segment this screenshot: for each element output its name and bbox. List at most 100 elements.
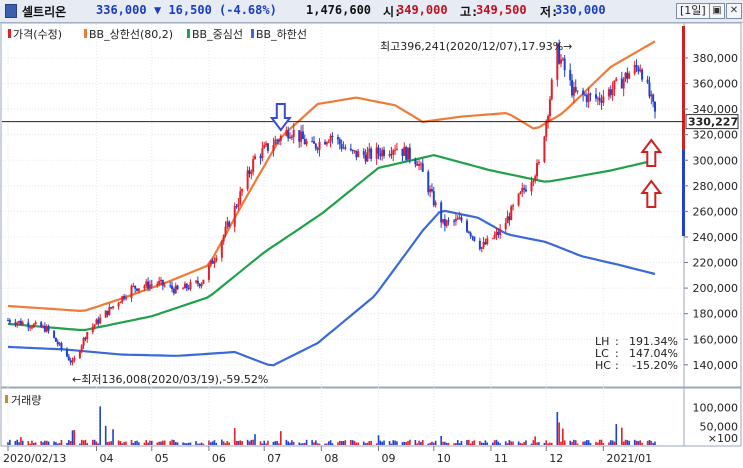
candle-body [198,283,201,287]
volume-bar [388,441,391,445]
volume-bar [582,441,584,445]
volume-bar [364,443,367,445]
volume-bar [329,440,332,445]
volume-bar [597,442,599,445]
volume-bar [392,440,395,445]
candle-body [561,58,564,60]
volume-bar [239,440,242,445]
candle-body [82,337,85,346]
candle-body [471,236,474,238]
candle-body [375,147,378,159]
volume-bar [383,440,385,445]
legend-swatch [84,29,87,38]
volume-bar [510,441,513,445]
price-scroll-bar-lower[interactable] [682,150,685,236]
volume-bar [556,412,559,445]
volume-bar [274,441,277,445]
candle-body [587,93,590,103]
candle-body [239,191,242,204]
candle-body [259,156,262,159]
candle-body [211,260,214,264]
volume-bar [626,440,629,445]
candle-body [469,232,472,237]
volume-bar [86,443,89,445]
candle-body [569,70,572,81]
volume-bar [405,442,407,445]
volume-bar [543,443,546,445]
volume-bar [99,406,101,445]
volume-bar [311,440,313,445]
chart-window: 셀트리온 336,000 ▼ 16,500 (-4.68%) 1,476,600… [0,0,743,468]
volume-bar [27,441,30,445]
volume-bar [14,440,17,445]
volume-bar [506,443,509,445]
candle-body [207,265,210,280]
candle-body [156,283,159,285]
candle-body [171,285,174,290]
candle-body [119,302,122,304]
candle-body [246,170,249,190]
candle-body [84,337,87,340]
volume-bar [390,443,393,445]
candle-body [576,90,579,92]
candle-body [574,86,577,92]
volume-bar [278,443,280,445]
volume-bar [434,440,437,445]
volume-bar [484,440,487,445]
candle-body [65,348,68,357]
candle-body [97,319,100,324]
y-tick-label: 320,000 [693,129,739,142]
volume-bar [550,442,553,445]
volume-bar [58,442,61,445]
volume-bar [414,439,417,445]
candle-body [69,360,72,363]
volume-bar [549,442,551,445]
volume-bar [246,439,249,445]
candle-body [432,191,435,206]
candle-body [430,189,433,192]
volume-bar [375,443,378,445]
candle-body [311,141,314,143]
candle-body [405,146,408,160]
candle-body [124,297,127,299]
volume-bar [571,441,573,445]
volume-bar [519,442,522,445]
volume-bar [340,441,343,445]
candle-body [473,236,476,241]
candle-body [607,89,610,97]
volume-bar [215,442,218,445]
candle-body [344,147,347,149]
candle-body [626,72,629,79]
candle-body [637,67,640,72]
candle-body [650,94,653,97]
volume-bar [602,443,605,445]
candle-body [427,171,430,193]
candle-body [331,135,334,137]
candle-body [237,203,240,207]
candle-body [648,82,651,97]
volume-bar [237,440,240,445]
legend-entry: 가격(수정) [13,28,62,41]
volume-bar [56,443,59,445]
x-tick-label: 11 [494,452,508,465]
candle-body [220,241,223,258]
candle-body [42,325,45,328]
candle-body [18,320,21,323]
legend-entry: BB_상한선(80,2) [89,28,173,41]
candle-body [314,143,317,149]
candle-body [161,279,164,286]
volume-bar [21,440,24,445]
candle-body [484,242,487,245]
candle-body [228,221,231,227]
volume-bar [574,440,577,445]
volume-bar [250,439,253,445]
volume-bar [337,442,339,445]
volume-bar [637,441,640,445]
volume-bar [68,440,70,445]
volume-bar [351,440,354,445]
candle-body [609,89,612,96]
price-chart[interactable]: 거래량 140,000 160,000 180,000 200,000 220,000 2… [0,0,743,468]
candle-body [222,235,225,242]
candle-body [143,286,146,289]
candle-body [318,141,321,150]
